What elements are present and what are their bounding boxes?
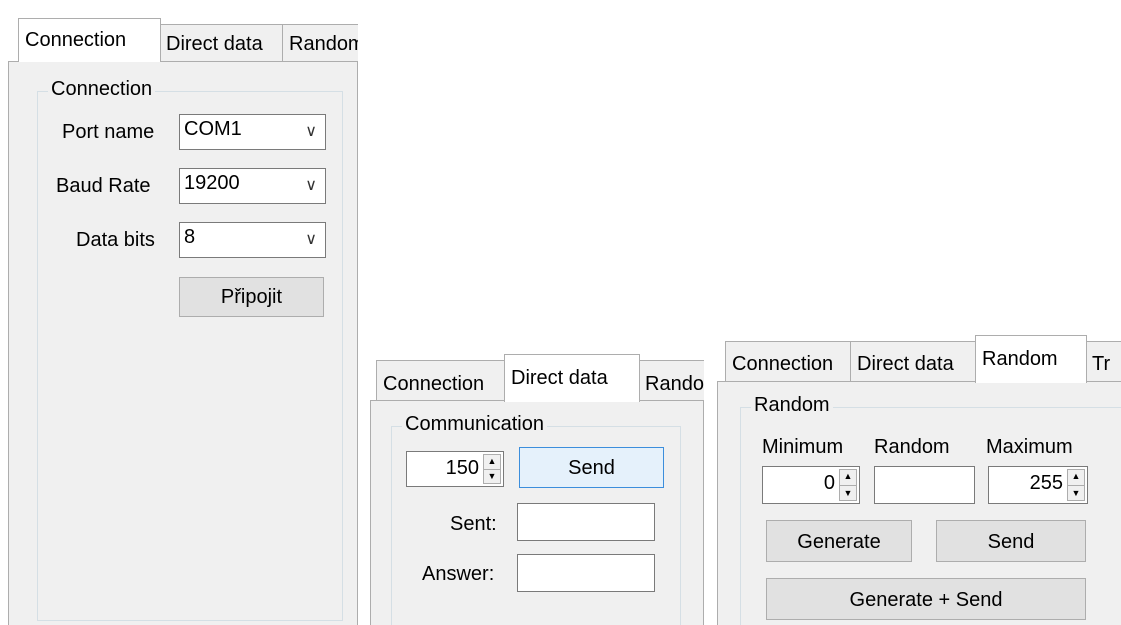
tab-more[interactable]: Tr	[1085, 341, 1121, 383]
tab-connection[interactable]: Connection	[725, 341, 852, 383]
direct-data-panel: Connection Direct data Random Communicat…	[370, 352, 704, 625]
sent-label: Sent:	[450, 513, 497, 535]
port-name-value: COM1	[184, 118, 242, 140]
tab-connection[interactable]: Connection	[376, 360, 506, 402]
tab-page: Connection Port name COM1 ∨ Baud Rate 19…	[8, 61, 358, 625]
maximum-value: 255	[1029, 472, 1063, 494]
tab-label: Direct data	[511, 367, 608, 389]
port-name-label: Port name	[62, 121, 155, 143]
baud-rate-label: Baud Rate	[56, 175, 151, 197]
arrow-down-icon[interactable]: ▼	[484, 472, 500, 481]
tab-strip: Connection Direct data Random	[8, 10, 358, 62]
stepper-spin-buttons[interactable]: ▲ ▼	[839, 469, 857, 501]
value-stepper-value: 150	[445, 457, 479, 479]
random-panel: Connection Direct data Random Tr Random …	[717, 333, 1121, 625]
group-title: Random	[751, 394, 833, 417]
chevron-down-icon: ∨	[305, 177, 317, 194]
tab-direct-data[interactable]: Direct data	[159, 24, 284, 62]
tab-random[interactable]: Random	[638, 360, 704, 402]
tab-random[interactable]: Random	[282, 24, 358, 62]
baud-rate-select[interactable]: 19200 ∨	[179, 168, 326, 204]
tab-random[interactable]: Random	[975, 335, 1087, 383]
send-button[interactable]: Send	[519, 447, 664, 488]
random-label: Random	[874, 436, 950, 458]
answer-field[interactable]	[517, 554, 655, 592]
arrow-up-icon[interactable]: ▲	[840, 472, 856, 481]
stepper-spin-buttons[interactable]: ▲ ▼	[483, 454, 501, 484]
send-button[interactable]: Send	[936, 520, 1086, 562]
maximum-stepper[interactable]: 255 ▲ ▼	[988, 466, 1088, 504]
tab-label: Connection	[383, 373, 485, 395]
generate-send-button[interactable]: Generate + Send	[766, 578, 1086, 620]
data-bits-select[interactable]: 8 ∨	[179, 222, 326, 258]
generate-button[interactable]: Generate	[766, 520, 912, 562]
tab-strip: Connection Direct data Random Tr	[717, 333, 1121, 383]
tab-label: Tr	[1092, 353, 1111, 375]
value-stepper[interactable]: 150 ▲ ▼	[406, 451, 504, 487]
port-name-select[interactable]: COM1 ∨	[179, 114, 326, 150]
chevron-down-icon: ∨	[305, 123, 317, 140]
tab-label: Connection	[25, 29, 127, 51]
minimum-value: 0	[823, 472, 835, 494]
tab-label: Random	[645, 373, 704, 395]
chevron-down-icon: ∨	[305, 231, 317, 248]
minimum-label: Minimum	[762, 436, 844, 458]
maximum-label: Maximum	[986, 436, 1073, 458]
minimum-stepper[interactable]: 0 ▲ ▼	[762, 466, 860, 504]
tab-strip: Connection Direct data Random	[370, 352, 704, 402]
sent-field[interactable]	[517, 503, 655, 541]
tab-direct-data[interactable]: Direct data	[850, 341, 977, 383]
tab-label: Connection	[732, 353, 834, 375]
connection-panel: Connection Direct data Random Connection…	[8, 10, 358, 625]
connect-button[interactable]: Připojit	[179, 277, 324, 317]
arrow-up-icon[interactable]: ▲	[484, 457, 500, 466]
group-title: Communication	[402, 413, 547, 436]
random-value-field[interactable]	[874, 466, 975, 504]
tab-label: Direct data	[857, 353, 954, 375]
data-bits-label: Data bits	[76, 229, 155, 251]
arrow-down-icon[interactable]: ▼	[840, 489, 856, 498]
arrow-up-icon[interactable]: ▲	[1068, 472, 1084, 481]
tab-page: Random Minimum Random Maximum 0 ▲ ▼ 255 …	[717, 381, 1121, 625]
tab-label: Direct data	[166, 33, 263, 55]
data-bits-value: 8	[184, 226, 196, 248]
answer-label: Answer:	[422, 563, 495, 585]
arrow-down-icon[interactable]: ▼	[1068, 489, 1084, 498]
tab-page: Communication 150 ▲ ▼ Send Sent: Answer:	[370, 400, 704, 625]
stepper-spin-buttons[interactable]: ▲ ▼	[1067, 469, 1085, 501]
tab-direct-data[interactable]: Direct data	[504, 354, 640, 402]
tab-label: Random	[289, 33, 358, 55]
baud-rate-value: 19200	[184, 172, 240, 194]
group-title: Connection	[48, 78, 156, 101]
tab-connection[interactable]: Connection	[18, 18, 161, 62]
tab-label: Random	[982, 348, 1058, 370]
